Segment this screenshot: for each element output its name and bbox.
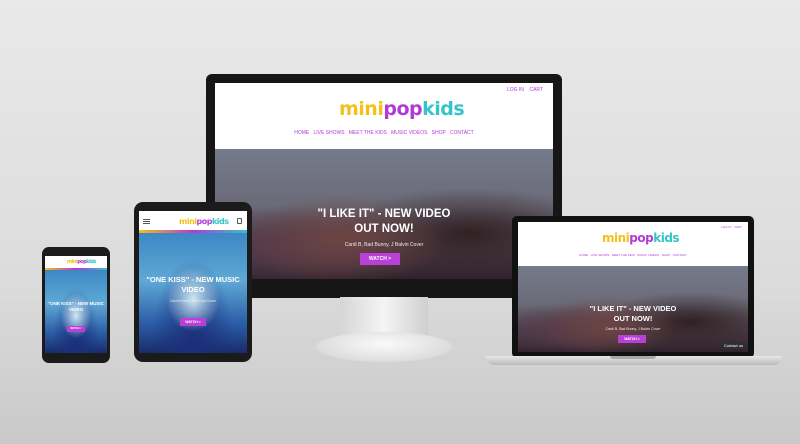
- cart-icon[interactable]: [237, 218, 242, 224]
- phone-logo-mini: mini: [67, 259, 78, 265]
- hero-title: "I LIKE IT" - NEW VIDEO OUT NOW!: [215, 207, 553, 237]
- laptop-logo-mini: mini: [602, 231, 630, 245]
- laptop-site-header: LOG IN CART minipopkids HOME LIVE SHOWS …: [518, 222, 748, 266]
- phone-hero-title: "ONE KISS" - NEW MUSIC VIDEO: [45, 301, 107, 313]
- phone-hero-banner: "ONE KISS" - NEW MUSIC VIDEO WATCH >: [45, 270, 107, 353]
- laptop-cart-link[interactable]: CART: [734, 225, 742, 229]
- tablet-hero-title: "ONE KISS" - NEW MUSIC VIDEO: [139, 275, 247, 295]
- nav-meet-the-kids[interactable]: MEET THE KIDS: [349, 130, 387, 136]
- laptop-site-logo[interactable]: minipopkids: [602, 231, 680, 245]
- nav-shop[interactable]: SHOP: [432, 130, 446, 136]
- tablet-logo-kids: kids: [211, 217, 229, 226]
- utility-links: LOG IN CART: [507, 87, 543, 93]
- tablet-site-header: minipopkids: [139, 211, 247, 233]
- tablet-hero-subtitle: Calvin Harris, Dua Lipa Cover: [169, 299, 217, 303]
- hero-title-line2: OUT NOW!: [354, 223, 414, 235]
- monitor-stand-neck: [340, 297, 428, 337]
- tablet: minipopkids "ONE KISS" - NEW MUSIC VIDEO…: [134, 202, 252, 362]
- tablet-site-logo[interactable]: minipopkids: [179, 217, 229, 226]
- phone-screen: minipopkids "ONE KISS" - NEW MUSIC VIDEO…: [45, 256, 107, 353]
- laptop-nav-home[interactable]: HOME: [579, 253, 588, 257]
- laptop-watch-button[interactable]: WATCH >: [618, 335, 646, 343]
- nav-music-videos[interactable]: MUSIC VIDEOS: [391, 130, 427, 136]
- laptop-hero-title-line2: OUT NOW!: [613, 314, 653, 323]
- laptop-nav-live-shows[interactable]: LIVE SHOWS: [591, 253, 610, 257]
- contact-us-badge[interactable]: Contact us: [721, 342, 745, 349]
- hero-title-line1: "I LIKE IT" - NEW VIDEO: [317, 208, 451, 220]
- laptop-hero-title-line1: "I LIKE IT" - NEW VIDEO: [589, 304, 677, 313]
- monitor-stand-base: [316, 332, 452, 362]
- laptop: LOG IN CART minipopkids HOME LIVE SHOWS …: [512, 216, 754, 358]
- laptop-hero-title: "I LIKE IT" - NEW VIDEO OUT NOW!: [518, 304, 748, 324]
- phone-logo-kids: kids: [86, 259, 96, 265]
- phone-site-header: minipopkids: [45, 256, 107, 270]
- hero-subtitle: Cardi B, Bad Bunny, J Balvin Cover: [344, 242, 424, 248]
- menu-icon[interactable]: [143, 219, 150, 224]
- phone-hero-title-line2: VIDEO: [68, 307, 83, 312]
- desktop-screen: LOG IN CART minipopkids HOME LIVE SHOWS …: [215, 83, 553, 279]
- laptop-login-link[interactable]: LOG IN: [721, 225, 731, 229]
- nav-live-shows[interactable]: LIVE SHOWS: [313, 130, 344, 136]
- cart-link[interactable]: CART: [529, 87, 543, 93]
- laptop-nav-meet-the-kids[interactable]: MEET THE KIDS: [612, 253, 635, 257]
- site-logo[interactable]: minipopkids: [339, 98, 465, 120]
- watch-button[interactable]: WATCH >: [360, 253, 400, 265]
- desktop-monitor: LOG IN CART minipopkids HOME LIVE SHOWS …: [206, 74, 562, 298]
- phone-site-logo[interactable]: minipopkids: [67, 259, 96, 265]
- laptop-logo-pop: pop: [629, 231, 654, 245]
- logo-pop: pop: [383, 98, 423, 120]
- tablet-logo-mini: mini: [179, 217, 197, 226]
- laptop-nav-shop[interactable]: SHOP: [662, 253, 670, 257]
- tablet-screen: minipopkids "ONE KISS" - NEW MUSIC VIDEO…: [139, 211, 247, 353]
- laptop-nav-contact[interactable]: CONTACT: [673, 253, 687, 257]
- nav-home[interactable]: HOME: [294, 130, 309, 136]
- tablet-hero-title-line2: VIDEO: [181, 285, 205, 294]
- logo-kids: kids: [422, 98, 465, 120]
- laptop-nav-music-videos[interactable]: MUSIC VIDEOS: [637, 253, 659, 257]
- laptop-main-nav: HOME LIVE SHOWS MEET THE KIDS MUSIC VIDE…: [518, 253, 748, 257]
- tablet-hero-banner: "ONE KISS" - NEW MUSIC VIDEO Calvin Harr…: [139, 233, 247, 353]
- nav-contact[interactable]: CONTACT: [450, 130, 474, 136]
- laptop-hero-subtitle: Cardi B, Bad Bunny, J Balvin Cover: [605, 327, 661, 331]
- main-nav: HOME LIVE SHOWS MEET THE KIDS MUSIC VIDE…: [215, 130, 553, 136]
- tablet-hero-title-line1: "ONE KISS" - NEW MUSIC: [146, 275, 240, 284]
- phone-watch-button[interactable]: WATCH >: [67, 326, 85, 332]
- phone-logo-pop: pop: [77, 259, 87, 265]
- site-header: LOG IN CART minipopkids HOME LIVE SHOWS …: [215, 83, 553, 149]
- laptop-utility-links: LOG IN CART: [721, 225, 742, 229]
- laptop-hero-banner: "I LIKE IT" - NEW VIDEO OUT NOW! Cardi B…: [518, 266, 748, 352]
- tablet-watch-button[interactable]: WATCH >: [180, 318, 206, 326]
- laptop-logo-kids: kids: [653, 231, 680, 245]
- logo-mini: mini: [339, 98, 384, 120]
- phone: minipopkids "ONE KISS" - NEW MUSIC VIDEO…: [42, 247, 110, 363]
- laptop-notch: [610, 356, 656, 359]
- laptop-screen: LOG IN CART minipopkids HOME LIVE SHOWS …: [518, 222, 748, 352]
- login-link[interactable]: LOG IN: [507, 87, 524, 93]
- tablet-logo-pop: pop: [196, 217, 213, 226]
- hero-banner: "I LIKE IT" - NEW VIDEO OUT NOW! Cardi B…: [215, 149, 553, 279]
